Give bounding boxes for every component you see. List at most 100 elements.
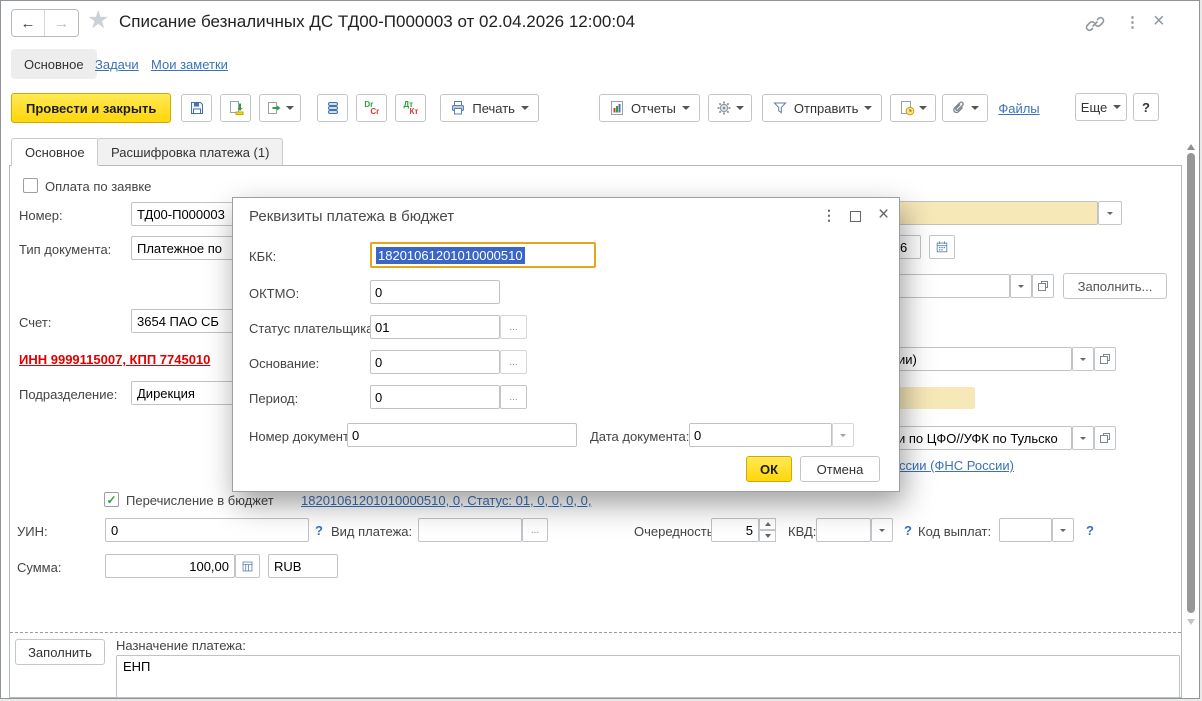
forward-button[interactable]: → <box>45 10 78 36</box>
recipient-combo-arrow[interactable] <box>1072 347 1094 371</box>
doc-type-input[interactable]: Платежное по <box>131 236 239 260</box>
period-ellipsis-button[interactable]: ... <box>500 385 527 409</box>
post-document-button[interactable] <box>220 94 251 122</box>
payout-code-help-mark[interactable]: ? <box>1086 523 1094 538</box>
budget-transfer-checkbox[interactable]: ✓ <box>104 492 119 507</box>
uin-help-mark[interactable]: ? <box>315 523 323 538</box>
department-input[interactable]: Дирекция <box>131 381 239 405</box>
uin-input[interactable]: 0 <box>105 518 309 542</box>
operation-combo-arrow[interactable] <box>1098 201 1122 225</box>
dr-cr-button[interactable]: DrCr <box>356 94 387 122</box>
open-in-window-icon <box>1099 432 1111 444</box>
payout-code-input[interactable] <box>999 518 1052 542</box>
purpose-textarea[interactable]: ЕНП <box>116 655 1180 698</box>
payment-kind-ellipsis-button[interactable]: ... <box>522 518 548 542</box>
reminder-button[interactable] <box>890 94 936 122</box>
spinner-up-icon[interactable] <box>759 518 776 530</box>
fill-purpose-button[interactable]: Заполнить <box>15 639 105 665</box>
purpose-label: Назначение платежа: <box>116 638 246 653</box>
treasury-open-button[interactable] <box>1094 426 1116 450</box>
print-button[interactable]: Печать <box>440 94 539 122</box>
basis-input[interactable]: 0 <box>370 350 500 374</box>
history-nav-group: ← → <box>11 9 79 37</box>
priority-spinner[interactable] <box>759 518 776 542</box>
payer-status-ellipsis-button[interactable]: ... <box>500 315 527 339</box>
nav-tab-main[interactable]: Основное <box>11 49 97 79</box>
more-button[interactable]: Еще <box>1075 93 1127 121</box>
favorite-star-icon[interactable]: ★ <box>87 5 109 35</box>
priority-input[interactable]: 5 <box>711 518 759 542</box>
pay-by-request-checkbox[interactable] <box>23 178 38 193</box>
nav-link-notes[interactable]: Мои заметки <box>151 57 228 72</box>
calendar-button[interactable] <box>929 235 955 259</box>
help-button[interactable]: ? <box>1133 93 1159 121</box>
kvd-combo-arrow[interactable] <box>871 518 893 542</box>
account-input[interactable]: 3654 ПАО СБ <box>131 309 239 333</box>
save-button[interactable] <box>181 94 212 122</box>
register-records-button[interactable] <box>317 94 348 122</box>
get-link-icon[interactable] <box>1085 14 1105 37</box>
doc-date-combo-arrow[interactable] <box>832 423 854 447</box>
fill-requisites-button[interactable]: Заполнить... <box>1063 273 1167 299</box>
dropdown-caret-icon <box>1080 358 1086 364</box>
window-menu-kebab-icon[interactable]: ⋮ <box>1125 13 1140 31</box>
dt-kt-button[interactable]: ДтКт <box>395 94 426 122</box>
dialog-maximize-icon[interactable] <box>850 211 861 222</box>
send-label: Отправить <box>794 101 858 116</box>
currency-input[interactable]: RUB <box>268 554 338 578</box>
doc-number-input[interactable]: 0 <box>347 423 577 447</box>
inn-kpp-link[interactable]: ИНН 9999115007, КПП 7745010 <box>19 352 235 367</box>
doc-date-input[interactable]: 0 <box>689 423 832 447</box>
payout-code-combo-arrow[interactable] <box>1052 518 1074 542</box>
dropdown-caret-icon <box>286 106 294 114</box>
reports-label: Отчеты <box>631 101 676 116</box>
settings-button[interactable] <box>708 94 752 122</box>
budget-transfer-label: Перечисление в бюджет <box>126 493 274 508</box>
files-link[interactable]: Файлы <box>998 101 1039 116</box>
tab-payment-breakdown[interactable]: Расшифровка платежа (1) <box>97 138 283 165</box>
oktmo-input[interactable]: 0 <box>370 280 500 304</box>
reports-button[interactable]: Отчеты <box>599 94 700 122</box>
amount-input[interactable]: 100,00 <box>105 554 235 578</box>
back-button[interactable]: ← <box>12 10 45 36</box>
scrollbar-thumb[interactable] <box>1187 153 1195 613</box>
attachments-button[interactable] <box>942 94 988 122</box>
calculator-icon <box>241 560 254 573</box>
payment-kind-input[interactable] <box>418 518 522 542</box>
app-window: ← → ★ Списание безналичных ДС ТД00-П0000… <box>0 0 1200 699</box>
number-input[interactable]: ТД00-П000003 <box>131 202 239 226</box>
vertical-scrollbar[interactable] <box>1185 137 1197 631</box>
dialog-close-icon[interactable]: × <box>878 204 889 226</box>
budget-requisites-link[interactable]: 18201061201010000510, 0, Статус: 01, 0, … <box>301 493 591 508</box>
kbk-input[interactable]: 18201061201010000510 <box>370 242 596 268</box>
counterparty-combo-arrow[interactable] <box>1010 274 1032 298</box>
scrollbar-down-arrow-icon[interactable] <box>1187 619 1195 629</box>
kbk-label: КБК: <box>249 249 276 264</box>
dialog-ok-button[interactable]: ОК <box>746 456 792 482</box>
post-and-close-button[interactable]: Провести и закрыть <box>11 93 171 123</box>
payout-code-label: Код выплат: <box>918 524 991 539</box>
fns-link-fragment[interactable]: ссии (ФНС России) <box>899 458 1014 473</box>
scrollbar-up-arrow-icon[interactable] <box>1187 140 1195 150</box>
treasury-combo-arrow[interactable] <box>1072 426 1094 450</box>
payer-status-input[interactable]: 01 <box>370 315 500 339</box>
calculator-button[interactable] <box>235 554 260 578</box>
dialog-cancel-button[interactable]: Отмена <box>800 456 880 482</box>
counterparty-open-button[interactable] <box>1032 274 1054 298</box>
tab-main[interactable]: Основное <box>11 138 99 166</box>
send-button[interactable]: Отправить <box>762 94 882 122</box>
dr-cr-icon: DrCr <box>364 101 379 115</box>
kvd-input[interactable] <box>816 518 871 542</box>
kvd-help-mark[interactable]: ? <box>904 523 912 538</box>
period-input[interactable]: 0 <box>370 385 500 409</box>
spinner-down-icon[interactable] <box>759 530 776 542</box>
create-based-on-button[interactable] <box>259 94 301 122</box>
amount-label: Сумма: <box>17 560 61 575</box>
basis-ellipsis-button[interactable]: ... <box>500 350 527 374</box>
dropdown-caret-icon <box>1107 212 1113 218</box>
nav-link-tasks[interactable]: Задачи <box>95 57 139 72</box>
window-close-icon[interactable]: × <box>1153 10 1165 33</box>
dropdown-caret-icon <box>521 106 529 114</box>
dialog-menu-kebab-icon[interactable]: ⋮ <box>822 207 836 224</box>
recipient-open-button[interactable] <box>1094 347 1116 371</box>
